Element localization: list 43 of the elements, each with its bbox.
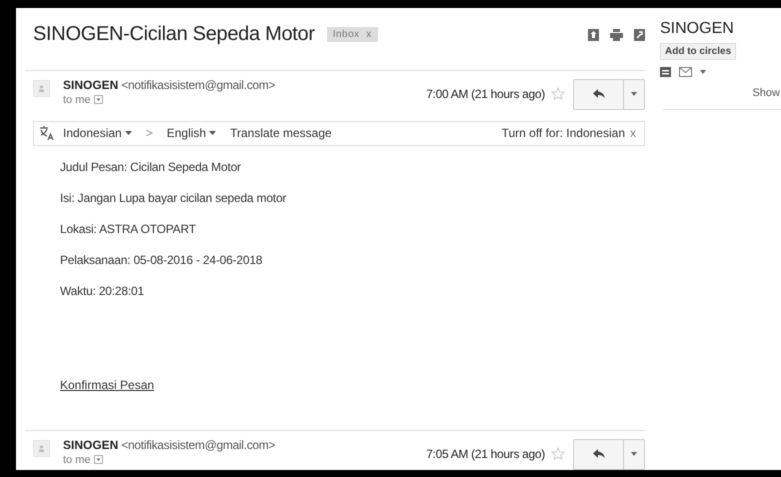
translate-link[interactable]: Translate message (230, 126, 332, 140)
message-line: Waktu: 20:28:01 (60, 284, 145, 299)
caret-icon (209, 131, 216, 136)
email-icon[interactable] (679, 67, 692, 77)
arrow-separator: > (146, 126, 153, 140)
message-time: 7:00 AM (21 hours ago) (426, 87, 545, 102)
message-line: Isi: Jangan Lupa bayar cicilan sepeda motor (60, 190, 288, 206)
recipient-label: to me (63, 94, 91, 106)
print-icon[interactable] (610, 28, 623, 41)
details-dropdown-icon[interactable] (94, 95, 103, 104)
star-icon[interactable] (551, 447, 565, 462)
show-link[interactable]: Show (752, 87, 780, 99)
sender-email: <notifikasisistem@gmail.com> (121, 438, 276, 452)
avatar-icon (33, 440, 50, 457)
caret-icon (631, 92, 637, 96)
recipient-label: to me (63, 454, 91, 466)
reply-icon (592, 89, 604, 100)
caret-icon (124, 131, 132, 136)
message-line: Judul Pesan: Cicilan Sepeda Motor (60, 160, 242, 175)
confirm-link[interactable]: Konfirmasi Pesan (60, 378, 154, 392)
contact-name: SINOGEN (660, 20, 735, 38)
sender-name: SINOGEN (63, 78, 118, 92)
add-to-circles-button[interactable]: Add to circles (660, 43, 736, 60)
avatar-icon (33, 80, 50, 97)
target-language-dropdown[interactable]: English (166, 126, 216, 140)
arrow-box-icon[interactable] (588, 28, 599, 41)
source-language-dropdown[interactable]: Indonesian (63, 126, 132, 140)
message-line: Lokasi: ASTRA OTOPART (60, 222, 197, 237)
close-button[interactable]: x (630, 126, 636, 140)
archive-icon[interactable] (660, 67, 671, 77)
email-subject: SINOGEN-Cicilan Sepeda Motor (33, 23, 315, 46)
sender-email: <notifikasisistem@gmail.com> (121, 78, 276, 92)
star-icon[interactable] (551, 87, 565, 102)
caret-icon[interactable] (700, 70, 706, 74)
translate-icon (39, 125, 55, 142)
details-dropdown-icon[interactable] (94, 455, 103, 464)
reply-icon (592, 449, 604, 460)
turn-off-link[interactable]: Turn off for: Indonesian (502, 126, 625, 140)
sender-name: SINOGEN (63, 438, 118, 452)
popout-icon[interactable] (634, 28, 645, 41)
message-time: 7:05 AM (21 hours ago) (426, 447, 545, 462)
message-line: Pelaksanaan: 05-08-2016 - 24-06-2018 (60, 252, 264, 268)
caret-icon (631, 452, 637, 456)
